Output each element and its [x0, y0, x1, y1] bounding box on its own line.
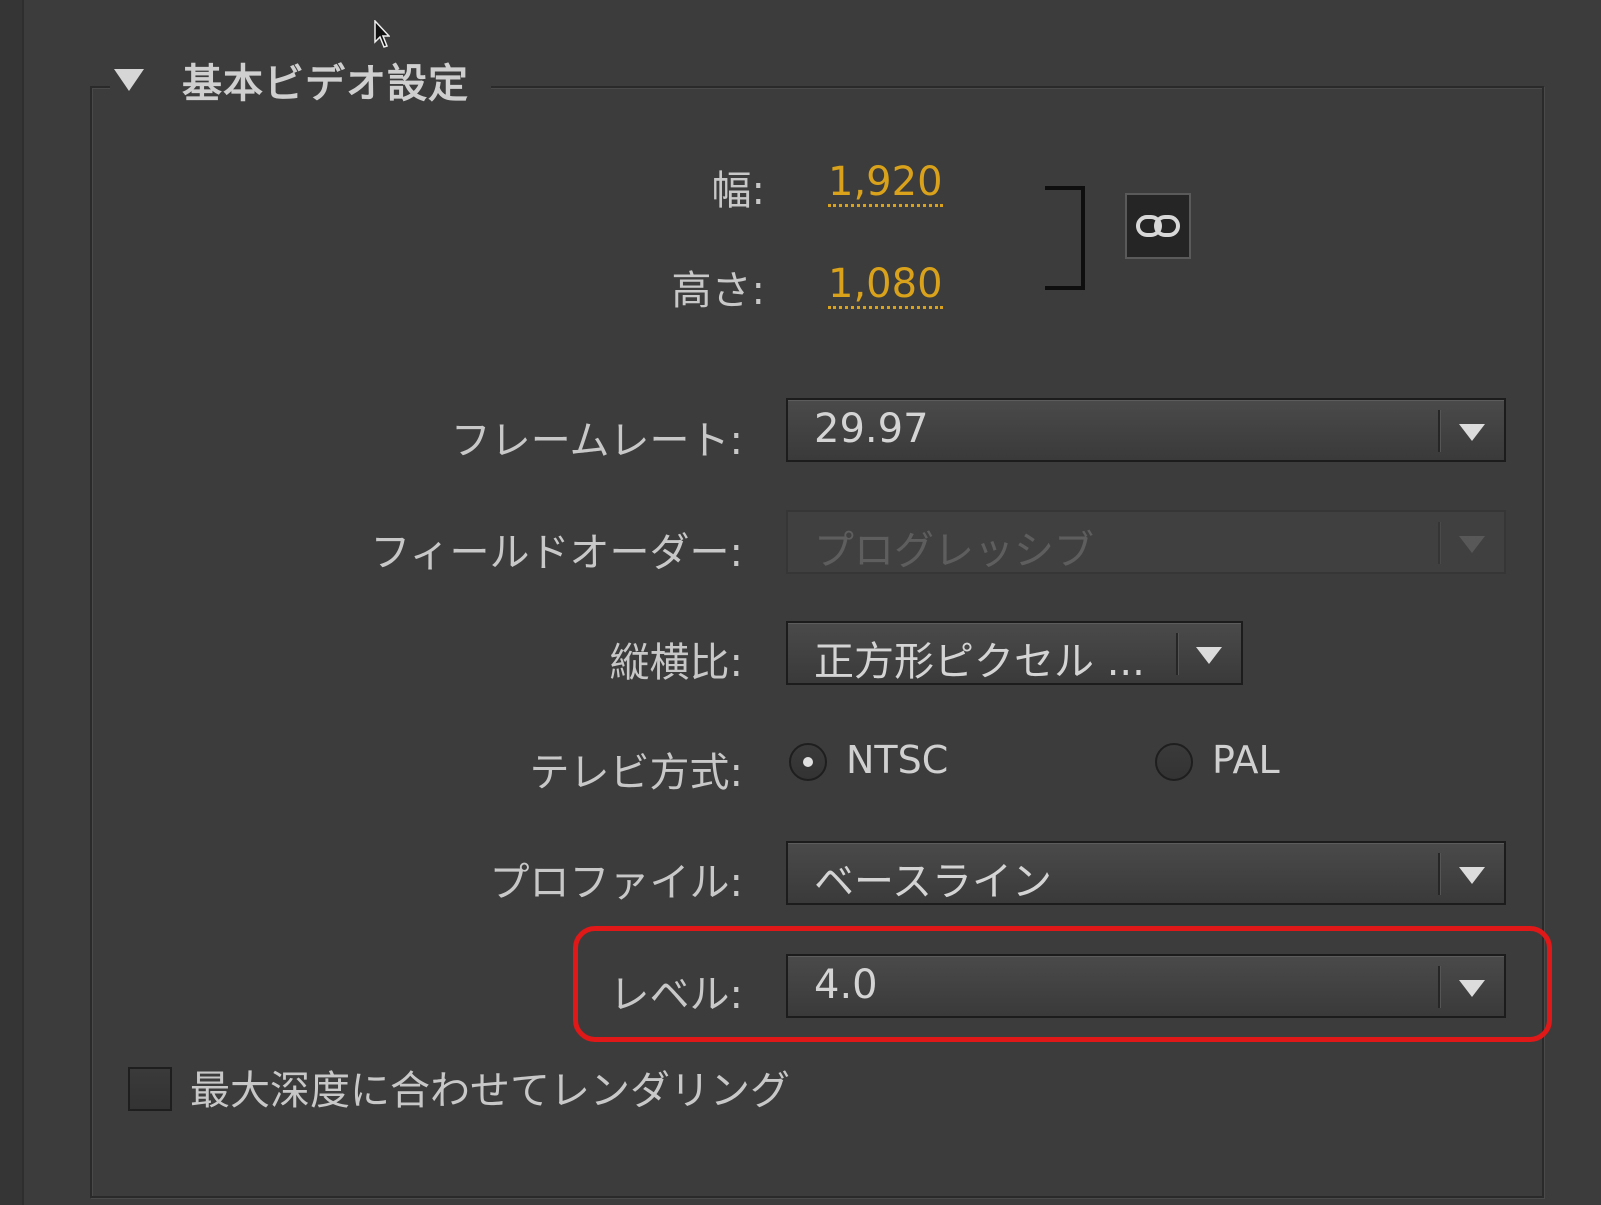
field-order-value: プログレッシブ [814, 528, 1094, 574]
aspect-label: 縦横比: [609, 640, 743, 686]
dropdown-separator [1438, 410, 1441, 452]
ntsc-label[interactable]: NTSC [846, 738, 948, 782]
radio-selected-dot [803, 757, 813, 767]
width-label: 幅: [711, 168, 765, 214]
link-bracket [1045, 186, 1085, 290]
chevron-down-icon[interactable] [1459, 424, 1485, 441]
field-order-label: フィールドオーダー: [370, 530, 743, 576]
dropdown-separator [1438, 853, 1441, 895]
dropdown-separator [1438, 522, 1441, 564]
chevron-down-icon[interactable] [1459, 867, 1485, 884]
profile-dropdown[interactable]: ベースライン [786, 841, 1506, 905]
mouse-cursor-icon [374, 20, 390, 48]
panel-edge [0, 0, 24, 1205]
ntsc-radio[interactable] [789, 743, 827, 781]
tv-standard-label: テレビ方式: [529, 750, 743, 796]
frame-rate-value: 29.97 [814, 406, 929, 452]
height-value[interactable]: 1,080 [828, 262, 943, 309]
width-value[interactable]: 1,920 [828, 160, 943, 207]
aspect-dropdown[interactable]: 正方形ピクセル ... [786, 621, 1243, 685]
pal-radio[interactable] [1155, 743, 1193, 781]
section-title: 基本ビデオ設定 [182, 61, 469, 107]
level-highlight-annotation [573, 926, 1552, 1042]
dropdown-separator [1176, 633, 1179, 675]
chevron-down-icon[interactable] [1196, 647, 1222, 664]
pal-label[interactable]: PAL [1212, 738, 1280, 782]
aspect-value: 正方形ピクセル ... [814, 639, 1145, 685]
height-label: 高さ: [671, 268, 765, 314]
render-max-depth-label[interactable]: 最大深度に合わせてレンダリング [190, 1058, 790, 1116]
chevron-down-icon [1459, 536, 1485, 553]
render-max-depth-checkbox[interactable] [128, 1067, 172, 1111]
frame-rate-dropdown[interactable]: 29.97 [786, 398, 1506, 462]
profile-value: ベースライン [814, 859, 1052, 905]
frame-rate-label: フレームレート: [450, 418, 743, 464]
field-order-dropdown: プログレッシブ [786, 510, 1506, 574]
profile-label: プロファイル: [489, 860, 743, 906]
chain-link-icon [1136, 215, 1180, 237]
collapse-triangle-icon[interactable] [114, 69, 144, 91]
link-dimensions-button[interactable] [1125, 193, 1191, 259]
section-header[interactable]: 基本ビデオ設定 [110, 50, 491, 110]
